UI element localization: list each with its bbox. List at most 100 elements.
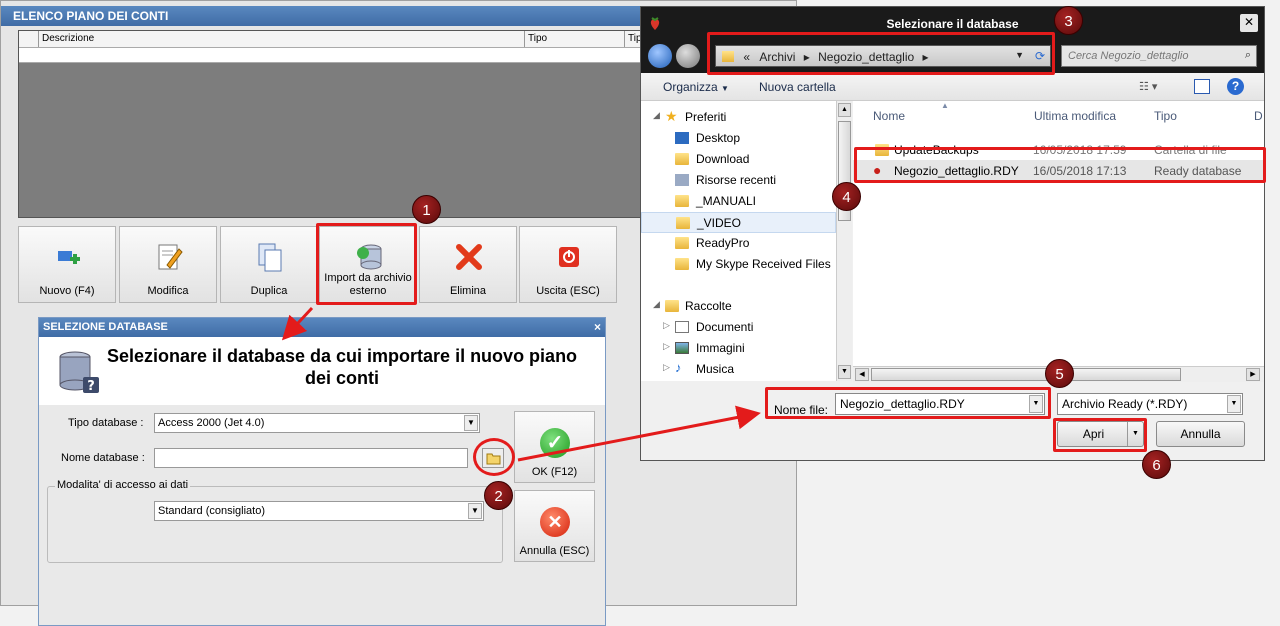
nav-item-musica[interactable]: ▷ ♪ Musica — [641, 359, 836, 380]
access-mode-group — [47, 486, 503, 563]
selection-dialog-title: SELEZIONE DATABASE — [39, 318, 605, 337]
back-arrow-icon[interactable] — [648, 44, 672, 68]
forward-arrow-icon[interactable] — [676, 44, 700, 68]
selection-dialog-close-icon[interactable]: × — [594, 320, 601, 334]
chevron-down-icon[interactable]: ▼ — [464, 415, 478, 431]
file-dialog-toolbar: Organizza ▼ Nuova cartella ☷ ▾ ? — [641, 73, 1264, 101]
exit-button-label: Uscita (ESC) — [536, 285, 600, 297]
grid-col-tipo[interactable]: Tipo — [525, 31, 625, 47]
cancel-button[interactable]: ✕ Annulla (ESC) — [514, 490, 595, 562]
nav-item-manuali[interactable]: _MANUALI — [641, 191, 836, 212]
edit-button[interactable]: Modifica — [119, 226, 217, 303]
svg-text:?: ? — [87, 379, 95, 394]
organize-menu[interactable]: Organizza ▼ — [663, 80, 729, 94]
view-options-icon[interactable]: ☷ ▾ — [1139, 80, 1157, 93]
accounts-grid[interactable]: Descrizione Tipo Tip — [18, 30, 648, 218]
grid-header: Descrizione Tipo Tip — [19, 31, 647, 48]
sort-arrow-icon: ▲ — [941, 101, 949, 110]
database-question-icon: ? — [59, 351, 99, 394]
new-folder-button[interactable]: Nuova cartella — [759, 80, 836, 94]
folder-icon — [675, 258, 689, 270]
database-name-input[interactable] — [154, 448, 468, 468]
download-folder-icon — [675, 153, 689, 165]
delete-button-label: Elimina — [449, 285, 487, 297]
chevron-down-icon[interactable]: ▼ — [468, 503, 482, 519]
scroll-down-icon[interactable]: ▼ — [838, 365, 851, 379]
scroll-thumb[interactable] — [871, 368, 1181, 381]
expand-arrow-icon[interactable]: ◢ — [653, 299, 660, 310]
file-dialog-close-button[interactable]: ✕ — [1240, 14, 1258, 32]
delete-icon — [456, 244, 482, 270]
access-mode-select[interactable]: Standard (consigliato) ▼ — [154, 501, 484, 521]
expand-arrow-icon[interactable]: ◢ — [653, 110, 660, 121]
exit-icon — [559, 247, 579, 267]
edit-icon — [158, 244, 183, 270]
edit-button-label: Modifica — [147, 285, 189, 297]
database-name-label: Nome database : — [61, 452, 145, 464]
step-badge-6: 6 — [1142, 450, 1171, 479]
grid-new-row[interactable] — [19, 48, 647, 63]
nav-item-recent[interactable]: Risorse recenti — [641, 170, 836, 191]
step-badge-5: 5 — [1045, 359, 1074, 388]
preview-pane-icon[interactable] — [1194, 79, 1210, 94]
database-type-select[interactable]: Access 2000 (Jet 4.0) ▼ — [154, 413, 480, 433]
nav-libraries-header[interactable]: ◢ Raccolte — [641, 296, 836, 317]
expand-arrow-icon[interactable]: ▷ — [663, 320, 670, 331]
database-type-label: Tipo database : — [68, 417, 144, 429]
folder-icon — [675, 195, 689, 207]
navigation-scrollbar[interactable]: ▲ ▼ — [836, 101, 852, 381]
search-input[interactable]: Cerca Negozio_dettaglio ⌕ — [1061, 45, 1257, 67]
new-button[interactable]: Nuovo (F4) — [18, 226, 116, 303]
help-icon[interactable]: ? — [1227, 78, 1244, 95]
duplicate-button[interactable]: Duplica — [220, 226, 318, 303]
scroll-left-icon[interactable]: ◀ — [855, 368, 869, 381]
nav-item-label: Immagini — [696, 341, 745, 355]
ok-button[interactable]: ✓ OK (F12) — [514, 411, 595, 483]
documents-icon — [675, 321, 689, 333]
grid-col-descrizione[interactable]: Descrizione — [39, 31, 525, 47]
scroll-up-icon[interactable]: ▲ — [838, 103, 851, 117]
libraries-icon — [665, 300, 679, 312]
nav-item-label: Risorse recenti — [696, 173, 777, 187]
grid-header-selector — [19, 31, 39, 47]
navigation-pane: ◢ ★ Preferiti Desktop Download Risorse rec… — [641, 101, 851, 381]
filetype-select[interactable]: Archivio Ready (*.RDY) ▼ — [1057, 393, 1243, 415]
highlight-address-bar — [707, 32, 1055, 75]
access-mode-value: Standard (consigliato) — [158, 505, 266, 517]
column-name[interactable]: Nome — [873, 109, 905, 123]
nav-item-desktop[interactable]: Desktop — [641, 128, 836, 149]
nav-item-skype[interactable]: My Skype Received Files — [641, 254, 836, 275]
nav-item-documenti[interactable]: ▷ Documenti — [641, 317, 836, 338]
scroll-right-icon[interactable]: ▶ — [1246, 368, 1260, 381]
column-type[interactable]: Tipo — [1154, 109, 1177, 123]
duplicate-icon — [258, 243, 282, 272]
nav-item-download[interactable]: Download — [641, 149, 836, 170]
exit-button[interactable]: Uscita (ESC) — [519, 226, 617, 303]
selection-dialog-heading: Selezionare il database da cui importare… — [106, 346, 578, 388]
nav-item-label: Musica — [696, 362, 735, 376]
expand-arrow-icon[interactable]: ▷ — [663, 362, 670, 373]
cancel-file-button[interactable]: Annulla — [1156, 421, 1245, 447]
folder-icon — [675, 237, 689, 249]
chevron-down-icon[interactable]: ▼ — [1227, 395, 1241, 413]
nav-item-video[interactable]: _VIDEO — [641, 212, 836, 233]
star-icon: ★ — [665, 108, 678, 124]
cancel-button-label: Annulla (ESC) — [519, 545, 590, 557]
nav-item-immagini[interactable]: ▷ Immagini — [641, 338, 836, 359]
expand-arrow-icon[interactable]: ▷ — [663, 341, 670, 352]
nav-item-label: My Skype Received Files — [696, 257, 831, 271]
database-type-value: Access 2000 (Jet 4.0) — [158, 417, 265, 429]
file-list: Nome ▲ Ultima modifica Tipo D UpdateBack… — [853, 101, 1264, 381]
nav-item-readypro[interactable]: ReadyPro — [641, 233, 836, 254]
nav-item-label: Desktop — [696, 131, 741, 145]
database-selection-dialog: SELEZIONE DATABASE × ? Selezionare il da… — [38, 317, 606, 626]
nav-item-label: Documenti — [696, 320, 754, 334]
selection-dialog-header: ? Selezionare il database da cui importa… — [39, 337, 605, 405]
step-badge-1: 1 — [412, 195, 441, 224]
delete-button[interactable]: Elimina — [419, 226, 517, 303]
column-size[interactable]: D — [1254, 109, 1263, 123]
column-modified[interactable]: Ultima modifica — [1034, 109, 1116, 123]
nav-favorites-header[interactable]: ◢ ★ Preferiti — [641, 107, 836, 128]
highlight-browse-circle — [473, 438, 515, 476]
strawberry-icon — [650, 17, 660, 30]
